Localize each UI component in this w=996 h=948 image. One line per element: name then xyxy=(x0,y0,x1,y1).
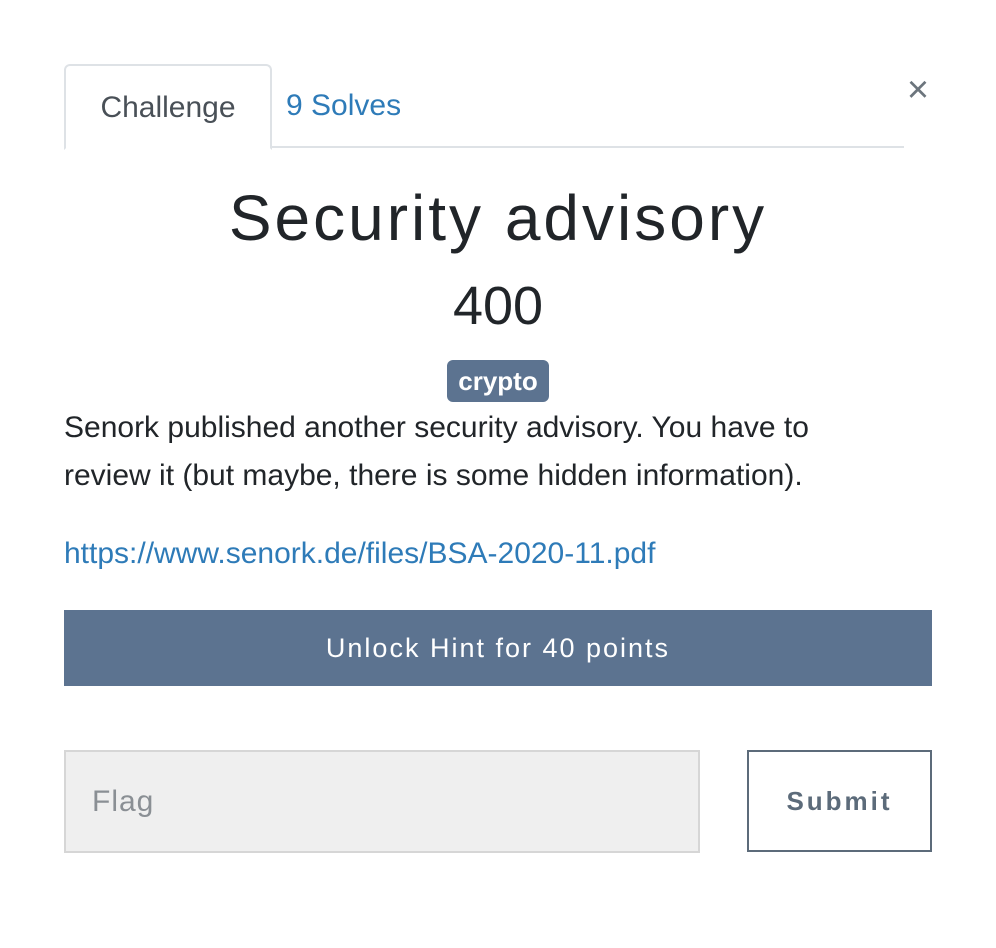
tab-solves[interactable]: 9 Solves xyxy=(286,64,446,148)
challenge-points: 400 xyxy=(452,276,544,336)
flag-input[interactable] xyxy=(64,750,700,853)
unlock-hint-button[interactable]: Unlock Hint for 40 points xyxy=(64,610,932,686)
challenge-modal: Challenge 9 Solves × Security advisory 4… xyxy=(0,0,996,948)
challenge-title: Security advisory xyxy=(228,182,768,254)
tag-container: crypto xyxy=(0,360,996,402)
close-icon[interactable]: × xyxy=(898,70,938,110)
challenge-file-link[interactable]: https://www.senork.de/files/BSA-2020-11.… xyxy=(64,532,655,576)
tab-challenge[interactable]: Challenge xyxy=(64,64,272,150)
challenge-description: Senork published another security adviso… xyxy=(64,411,809,492)
challenge-tabs: Challenge 9 Solves xyxy=(64,64,904,150)
submit-button[interactable]: Submit xyxy=(747,750,932,852)
category-badge: crypto xyxy=(447,360,549,402)
